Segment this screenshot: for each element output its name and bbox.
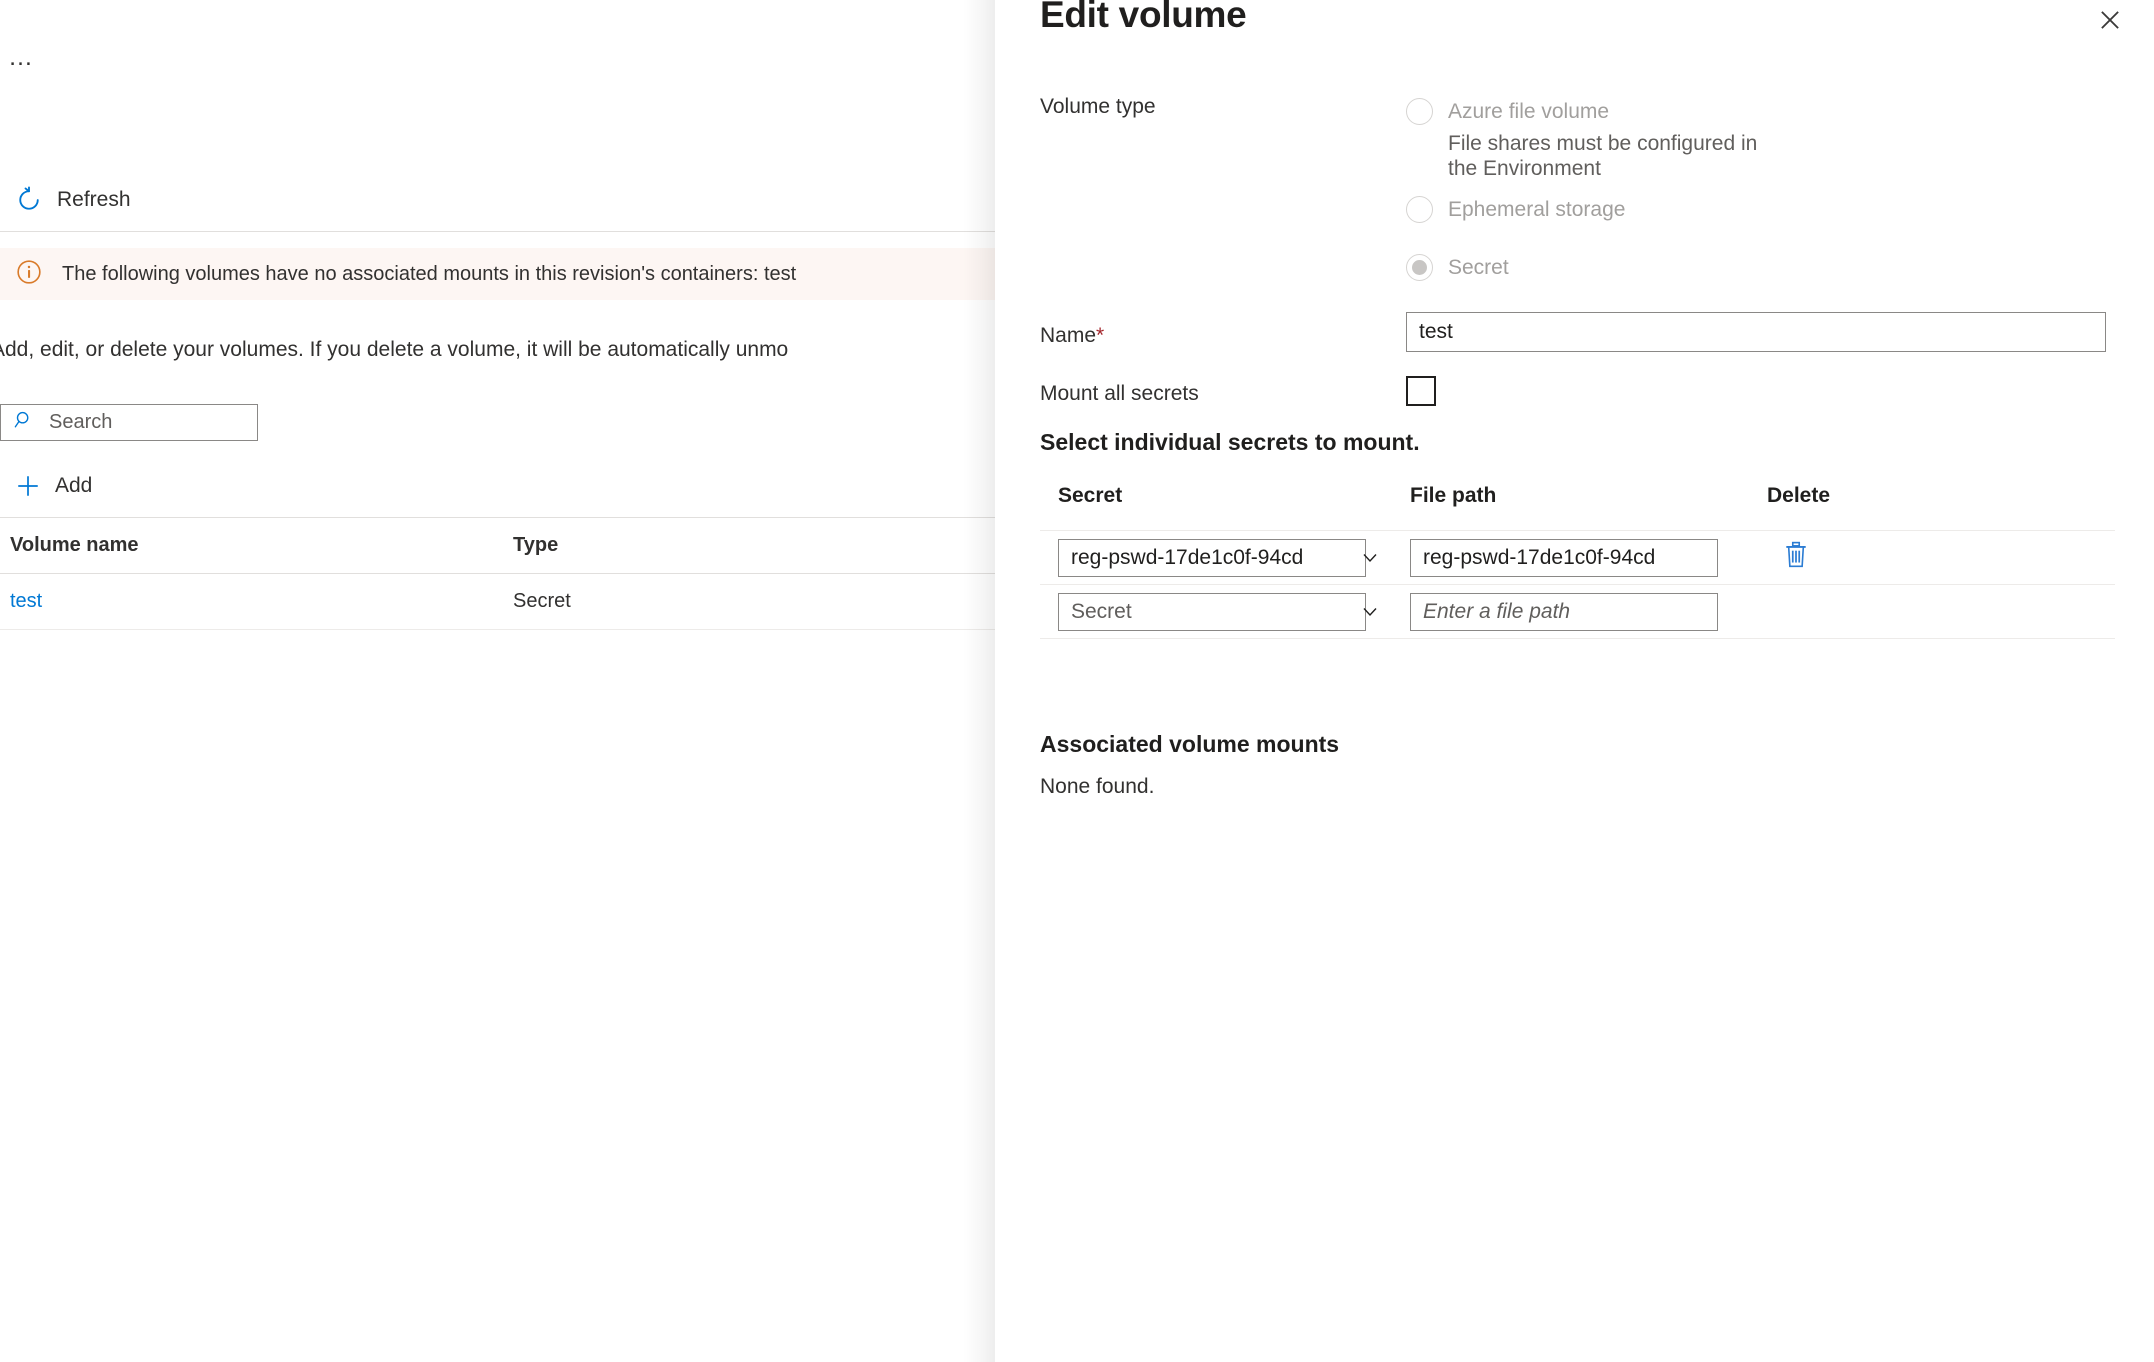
cell-volume-type: Secret [513, 590, 571, 612]
refresh-label: Refresh [57, 188, 131, 211]
volumes-table-header: Volume name Type [0, 518, 995, 574]
chevron-down-icon [1362, 605, 1378, 624]
app-root: … Refresh The following volumes have no … [0, 0, 2154, 1362]
cell-secret: reg-pswd-17de1c0f-94cd [1040, 538, 1392, 577]
file-path-input[interactable] [1410, 538, 1718, 577]
secret-dropdown[interactable]: Secret [1058, 592, 1392, 631]
secrets-table-header: Secret File path Delete [1040, 484, 2115, 531]
radio-circle-selected-icon [1406, 254, 1433, 281]
search-input[interactable]: Search [0, 404, 258, 441]
search-placeholder: Search [49, 411, 113, 433]
secrets-table: Secret File path Delete reg-pswd-17de1c0… [1040, 484, 2115, 639]
mount-all-secrets-checkbox[interactable] [1406, 376, 1436, 406]
column-header-type[interactable]: Type [513, 534, 813, 557]
volumes-table: Volume name Type test Secret [0, 518, 995, 630]
radio-ephemeral-storage[interactable]: Ephemeral storage [1406, 193, 2106, 245]
refresh-icon [15, 186, 43, 214]
select-secrets-heading: Select individual secrets to mount. [1040, 429, 1420, 455]
volume-type-label: Volume type [1040, 95, 1156, 118]
radio-label-azure-file-volume: Azure file volume [1448, 100, 1610, 123]
volume-name-link[interactable]: test [10, 590, 42, 612]
page-title: Edit volume [1040, 0, 1247, 35]
mount-all-secrets-label: Mount all secrets [1040, 382, 1199, 405]
volume-type-field: Volume type Azure file volume File share… [1040, 95, 2115, 281]
radio-azure-file-volume[interactable]: Azure file volume File shares must be co… [1406, 95, 2106, 187]
blade-description: Add, edit, or delete your volumes. If yo… [0, 338, 789, 361]
info-icon [0, 259, 42, 290]
secret-dropdown-value: reg-pswd-17de1c0f-94cd [1058, 538, 1366, 577]
info-banner-message: The following volumes have no associated… [62, 262, 797, 285]
chevron-down-icon [1362, 551, 1378, 570]
radio-label-secret: Secret [1448, 256, 1509, 279]
trash-icon [1783, 541, 1809, 574]
table-row: Secret [1040, 585, 2115, 639]
add-bar: Add [0, 463, 995, 518]
command-bar: Refresh [0, 170, 995, 232]
info-banner: The following volumes have no associated… [0, 248, 995, 300]
plus-icon [15, 473, 41, 499]
cell-delete [1747, 541, 1907, 575]
file-path-input[interactable] [1410, 592, 1718, 631]
column-header-volume-name[interactable]: Volume name [0, 534, 513, 557]
volumes-blade: … Refresh The following volumes have no … [0, 0, 995, 1362]
overflow-menu-icon[interactable]: … [8, 45, 35, 70]
radio-secret[interactable]: Secret [1406, 251, 2106, 293]
search-icon [1, 409, 35, 436]
cell-file-path [1392, 592, 1747, 631]
name-label: Name [1040, 324, 1097, 347]
table-row: test Secret [0, 574, 995, 630]
radio-circle-icon [1406, 196, 1433, 223]
radio-description-azure-file-volume: File shares must be configured in the En… [1448, 132, 1758, 180]
column-header-delete: Delete [1767, 484, 1831, 507]
add-label: Add [55, 474, 93, 497]
secret-dropdown-placeholder: Secret [1058, 592, 1366, 631]
table-row: reg-pswd-17de1c0f-94cd [1040, 531, 2115, 585]
close-icon [2097, 7, 2123, 38]
volume-type-radio-group: Azure file volume File shares must be co… [1406, 95, 2106, 299]
cell-file-path [1392, 538, 1747, 577]
radio-label-ephemeral-storage: Ephemeral storage [1448, 198, 1626, 221]
column-header-secret: Secret [1058, 484, 1123, 507]
radio-circle-icon [1406, 98, 1433, 125]
edit-volume-panel: Edit volume Volume type Azure file volum… [995, 0, 2154, 1362]
name-field-row: Name* [1040, 312, 2115, 364]
associated-volume-mounts-title: Associated volume mounts [1040, 731, 1340, 757]
cell-secret: Secret [1040, 592, 1392, 631]
mount-all-secrets-row: Mount all secrets [1040, 376, 2115, 416]
add-button[interactable]: Add [5, 468, 102, 504]
required-marker: * [1096, 324, 1105, 347]
refresh-button[interactable]: Refresh [5, 180, 141, 220]
close-button[interactable] [2088, 0, 2132, 44]
name-input[interactable] [1406, 312, 2106, 352]
secret-dropdown[interactable]: reg-pswd-17de1c0f-94cd [1058, 538, 1392, 577]
column-header-file-path: File path [1410, 484, 1497, 507]
delete-row-button[interactable] [1779, 541, 1813, 575]
associated-volume-mounts-empty: None found. [1040, 775, 1155, 798]
cell-volume-name: test [0, 590, 513, 613]
